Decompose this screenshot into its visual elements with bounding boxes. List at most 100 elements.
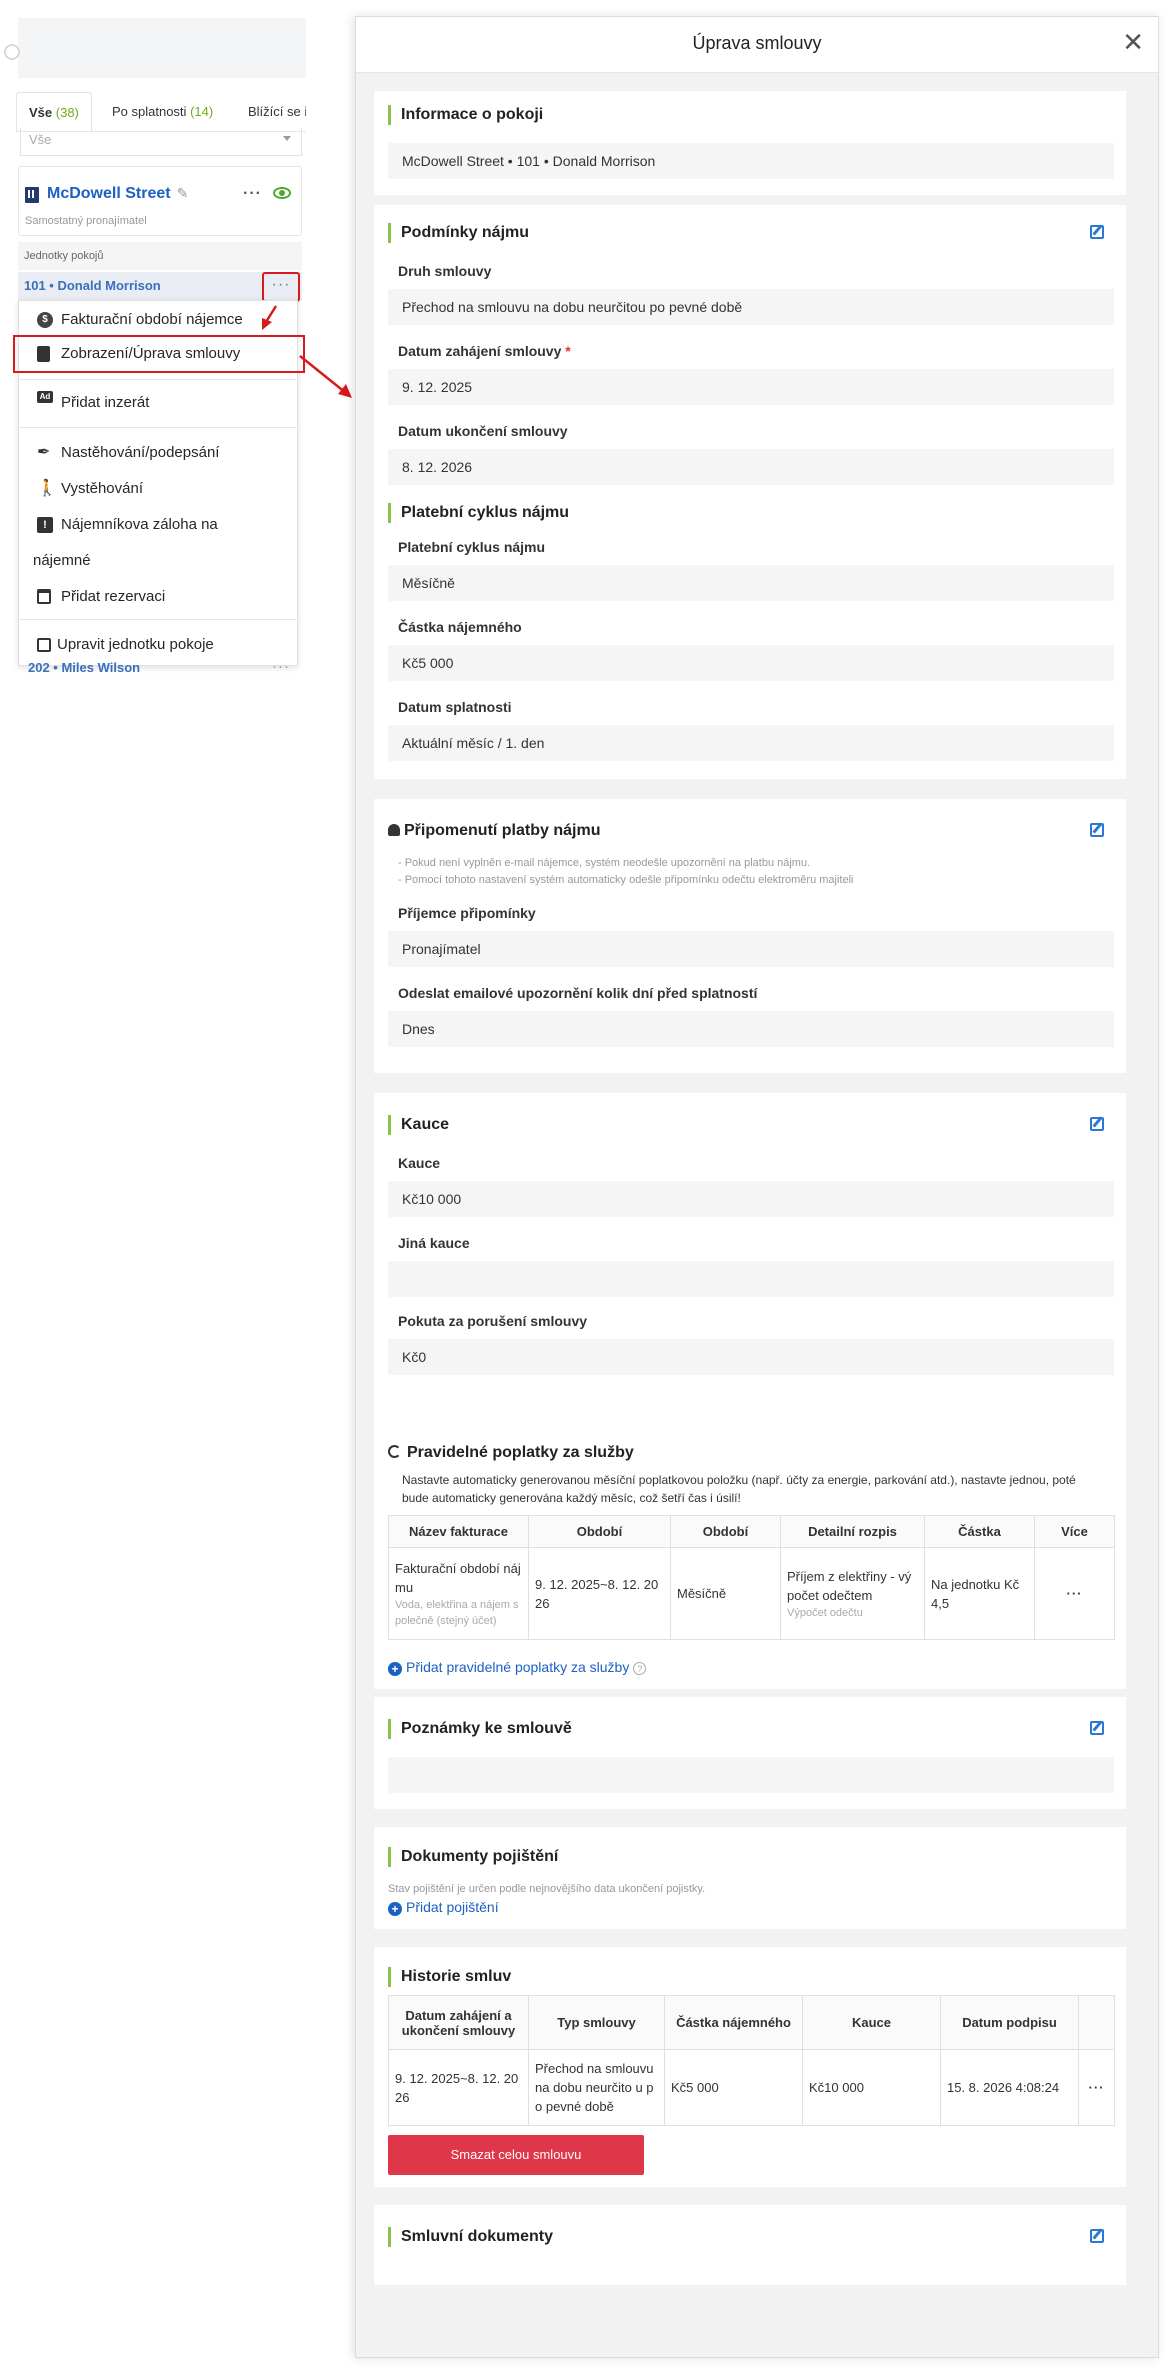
charge-name-sub: Voda, elektřina a nájem společně (stejný…	[395, 1598, 519, 1627]
insurance-card: Dokumenty pojištění Stav pojištění je ur…	[374, 1827, 1126, 1929]
menu-item-label: Nájemníkova záloha na	[61, 516, 218, 533]
payment-reminder-card: Připomenutí platby nájmu - Pokud není vy…	[374, 799, 1126, 1073]
unit-row-label: 101 • Donald Morrison	[24, 278, 161, 293]
field-label: Datum zahájení smlouvy *	[398, 343, 571, 359]
partial-icon	[4, 44, 20, 60]
tab-count: (38)	[55, 105, 79, 120]
contract-notes-card: Poznámky ke smlouvě	[374, 1697, 1126, 1809]
filter-select[interactable]: Vše	[20, 128, 302, 156]
recurring-description: Nastavte automaticky generovanou měsíční…	[402, 1473, 1076, 1505]
row-more-button[interactable]: ···	[1078, 2049, 1115, 2126]
divider	[19, 619, 297, 620]
notes-field[interactable]	[388, 1757, 1114, 1793]
more-icon[interactable]: ···	[243, 185, 262, 203]
unit-row[interactable]: 101 • Donald Morrison	[18, 272, 302, 300]
left-panel: Vše (38) Po splatnosti (14) Blížící se i…	[0, 0, 310, 700]
table-cell: 9. 12. 2025~8. 12. 2026	[528, 1547, 671, 1640]
add-recurring-charge-link[interactable]: + Přidat pravidelné poplatky za služby?	[388, 1659, 647, 1676]
column-header: Datum zahájení a ukončení smlouvy	[388, 1995, 529, 2050]
end-date-field[interactable]: 8. 12. 2026	[388, 449, 1114, 485]
edit-icon[interactable]	[1090, 225, 1104, 239]
edit-icon[interactable]	[1090, 1721, 1104, 1735]
tab-all[interactable]: Vše (38)	[16, 92, 92, 131]
field-label: Odeslat emailové upozornění kolik dní př…	[398, 985, 758, 1001]
reminder-recipient-field[interactable]: Pronajímatel	[388, 931, 1114, 967]
menu-item-billing-period[interactable]: $ Fakturační období nájemce	[19, 307, 297, 333]
plus-icon: +	[388, 1662, 402, 1676]
edit-icon[interactable]	[1090, 823, 1104, 837]
modal-title: Úprava smlouvy	[692, 33, 822, 53]
deposit-icon: !	[37, 517, 53, 533]
menu-item-add-reservation[interactable]: Přidat rezervaci	[19, 579, 297, 615]
unit-row[interactable]: 202 • Miles Wilson	[28, 660, 140, 675]
add-insurance-link[interactable]: + Přidat pojištění	[388, 1899, 499, 1916]
close-icon[interactable]: ✕	[1122, 27, 1144, 57]
reminder-days-field[interactable]: Dnes	[388, 1011, 1114, 1047]
table-cell: Měsíčně	[670, 1547, 781, 1640]
unit-context-menu: $ Fakturační období nájemce Zobrazení/Úp…	[13, 300, 305, 666]
menu-item-tenant-deposit[interactable]: ! Nájemníkova záloha na nájemné	[19, 507, 297, 579]
section-title: Připomenutí platby nájmu	[388, 821, 600, 841]
row-more-button[interactable]: ···	[1034, 1547, 1115, 1640]
ad-icon: Ad	[37, 391, 53, 403]
room-info-value: McDowell Street • 101 • Donald Morrison	[388, 143, 1114, 179]
insurance-note: Stav pojištění je určen podle nejnovější…	[388, 1883, 706, 1895]
field-label: Druh smlouvy	[398, 263, 492, 279]
section-title-text: Pravidelné poplatky za služby	[407, 1444, 634, 1461]
contract-documents-card: Smluvní dokumenty	[374, 2205, 1126, 2285]
unit-more-button[interactable]: ···	[262, 272, 300, 302]
edit-icon	[37, 638, 51, 652]
payment-cycle-field[interactable]: Měsíčně	[388, 565, 1114, 601]
deposit-card: Kauce Kauce Kč10 000 Jiná kauce Pokuta z…	[374, 1093, 1126, 1419]
menu-item-view-edit-contract[interactable]: Zobrazení/Úprava smlouvy	[13, 335, 305, 373]
plus-icon: +	[388, 1902, 402, 1916]
help-icon[interactable]: ?	[633, 1662, 647, 1675]
due-date-field[interactable]: Aktuální měsíc / 1. den	[388, 725, 1114, 761]
recurring-charges-card: Pravidelné poplatky za služby Nastavte a…	[374, 1419, 1126, 1689]
left-header-area	[4, 18, 306, 78]
rent-amount-field[interactable]: Kč5 000	[388, 645, 1114, 681]
field-label-text: Datum zahájení smlouvy	[398, 343, 562, 359]
start-date-field[interactable]: 9. 12. 2025	[388, 369, 1114, 405]
menu-item-add-listing[interactable]: Ad Přidat inzerát	[19, 385, 297, 421]
menu-item-edit-unit[interactable]: Upravit jednotku pokoje	[19, 627, 297, 663]
table-row: 9. 12. 2025~8. 12. 2026 Přechod na smlou…	[388, 2049, 1115, 2126]
edit-contract-modal: Úprava smlouvy ✕ Informace o pokoji McDo…	[355, 16, 1159, 2358]
edit-icon[interactable]	[1090, 1117, 1104, 1131]
section-title: Podmínky nájmu	[388, 223, 529, 243]
table-cell: Kč10 000	[802, 2049, 941, 2126]
penalty-field[interactable]: Kč0	[388, 1339, 1114, 1375]
unit-row-label: 202 • Miles Wilson	[28, 660, 141, 675]
link-text: Přidat pravidelné poplatky za služby	[406, 1659, 630, 1675]
eye-icon[interactable]	[273, 187, 291, 199]
property-name-link[interactable]: McDowell Street ✎	[47, 185, 188, 203]
tab-count: (14)	[190, 104, 214, 119]
units-label: Jednotky pokojů	[18, 242, 302, 270]
more-icon[interactable]: ···	[272, 658, 290, 675]
lease-terms-card: Podmínky nájmu Druh smlouvy Přechod na s…	[374, 205, 1126, 779]
menu-item-label: Fakturační období nájemce	[61, 311, 243, 328]
column-header: Detailní rozpis	[780, 1515, 925, 1548]
menu-item-move-out[interactable]: 🚶 Vystěhování	[19, 471, 297, 507]
tab-overdue[interactable]: Po splatnosti (14)	[100, 92, 225, 131]
field-label: Datum ukončení smlouvy	[398, 423, 568, 439]
table-cell: Přechod na smlouvu na dobu neurčito u po…	[528, 2049, 665, 2126]
tab-upcoming[interactable]: Blížící se i	[236, 92, 306, 131]
table-cell: Fakturační období nájmu Voda, elektřina …	[388, 1547, 529, 1640]
field-label: Datum splatnosti	[398, 699, 512, 715]
pencil-icon[interactable]: ✎	[177, 185, 189, 202]
arrow-head-right	[338, 384, 352, 398]
filter-tabs: Vše (38) Po splatnosti (14) Blížící se i	[16, 92, 306, 132]
charge-detail: Příjem z elektřiny - výpočet odečtem	[787, 1568, 912, 1603]
charge-name: Fakturační období nájmu	[395, 1560, 521, 1595]
other-deposit-field[interactable]	[388, 1261, 1114, 1297]
menu-item-move-in-sign[interactable]: ✒ Nastěhování/podepsání	[19, 435, 297, 471]
field-label: Příjemce připomínky	[398, 905, 536, 921]
note-line: - Pokud není vyplněn e-mail nájemce, sys…	[398, 857, 811, 869]
deposit-field[interactable]: Kč10 000	[388, 1181, 1114, 1217]
menu-item-label: Přidat rezervaci	[61, 588, 166, 605]
property-card: McDowell Street ✎ Samostatný pronajímatel…	[18, 166, 302, 236]
edit-icon[interactable]	[1090, 2229, 1104, 2243]
delete-contract-button[interactable]: Smazat celou smlouvu	[388, 2135, 644, 2175]
contract-type-field[interactable]: Přechod na smlouvu na dobu neurčitou po …	[388, 289, 1114, 325]
